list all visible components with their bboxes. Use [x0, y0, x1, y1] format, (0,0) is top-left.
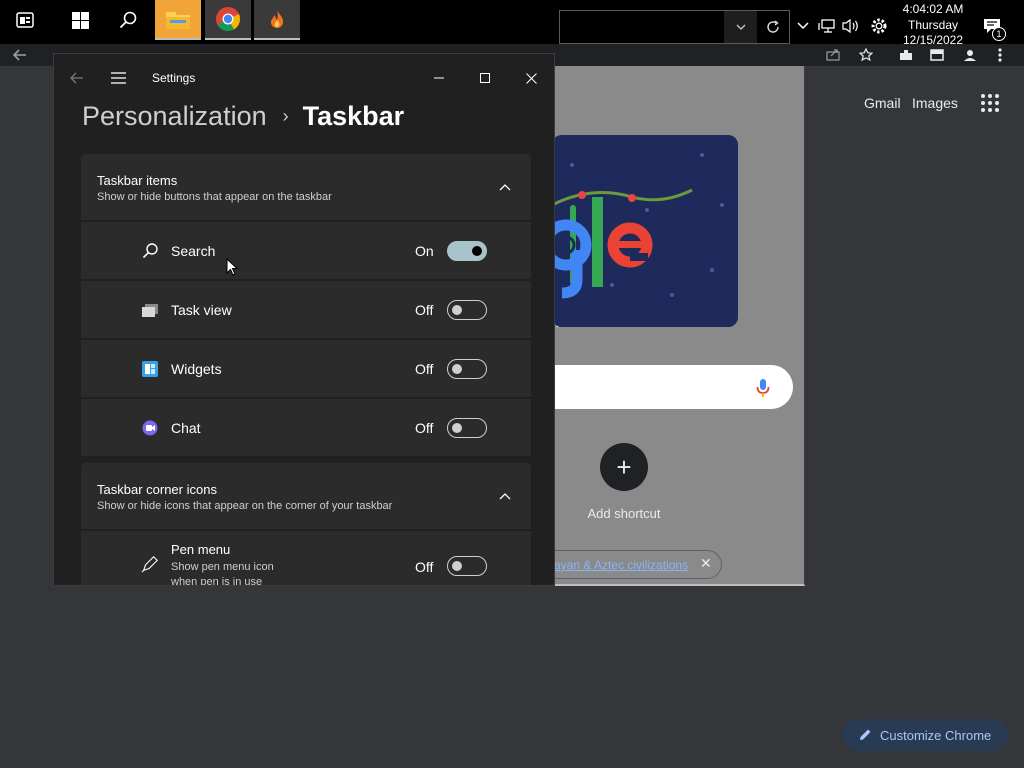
chat-row: Chat Off — [81, 399, 531, 456]
windows-taskbar: 4:04:02 AM Thursday 12/15/2022 1 — [0, 0, 1024, 586]
search-label: Search — [171, 243, 216, 259]
pen-menu-state: Off — [415, 559, 434, 575]
customize-chrome-button[interactable]: Customize Chrome — [842, 719, 1008, 751]
address-toolbar[interactable] — [559, 10, 790, 44]
bookmark-star-icon[interactable] — [858, 47, 874, 66]
chevron-up-icon[interactable] — [499, 178, 511, 196]
taskbar-items-header[interactable]: Taskbar items Show or hide buttons that … — [81, 154, 531, 220]
mouse-cursor-icon — [226, 257, 239, 281]
add-shortcut-label[interactable]: Add shortcut — [574, 506, 674, 521]
widgets-state: Off — [415, 361, 434, 377]
profile-avatar-icon[interactable] — [962, 48, 978, 66]
task-view-row: Task view Off — [81, 281, 531, 338]
notification-count-badge: 1 — [992, 27, 1006, 41]
widgets-taskbar-icon[interactable] — [2, 0, 48, 40]
section-title: Taskbar corner icons — [97, 482, 217, 497]
back-arrow-icon[interactable] — [12, 48, 27, 66]
plus-icon: + — [616, 451, 632, 482]
toggle-knob — [452, 305, 462, 315]
system-clock[interactable]: 4:04:02 AM Thursday 12/15/2022 — [896, 2, 970, 49]
pen-menu-description-2: when pen is in use — [171, 576, 263, 586]
clock-time: 4:04:02 AM — [902, 2, 964, 16]
widgets-toggle[interactable] — [447, 359, 487, 379]
hamburger-menu-icon[interactable] — [111, 71, 126, 89]
gear-icon[interactable] — [868, 14, 890, 38]
search-row: Search On — [81, 222, 531, 279]
side-panel-icon[interactable] — [930, 48, 944, 66]
google-apps-icon[interactable] — [981, 94, 999, 112]
breadcrumb-parent[interactable]: Personalization — [82, 101, 267, 132]
chat-toggle[interactable] — [447, 418, 487, 438]
window-title: Settings — [152, 71, 196, 85]
section-subtitle: Show or hide icons that appear on the co… — [97, 500, 393, 512]
search-suggestion-chip[interactable]: ayan & Aztec civilizations ✕ — [540, 550, 722, 579]
back-icon[interactable] — [70, 71, 84, 89]
pen-menu-row: Pen menu Show pen menu icon when pen is … — [81, 531, 531, 586]
close-icon[interactable]: ✕ — [700, 555, 712, 572]
pen-menu-label: Pen menu — [171, 542, 231, 557]
taskbar-corner-icons-header[interactable]: Taskbar corner icons Show or hide icons … — [81, 463, 531, 529]
close-window-button[interactable] — [508, 62, 554, 94]
search-state: On — [415, 243, 434, 259]
task-view-state: Off — [415, 302, 434, 318]
minimize-button[interactable] — [416, 62, 462, 94]
chat-icon — [141, 419, 159, 437]
volume-icon[interactable] — [841, 14, 861, 38]
file-explorer-icon[interactable] — [155, 0, 201, 40]
customize-chrome-label: Customize Chrome — [880, 727, 992, 743]
tray-overflow-icon[interactable] — [795, 14, 811, 38]
google-search-box[interactable] — [552, 365, 793, 409]
widgets-label: Widgets — [171, 361, 222, 377]
pen-icon — [141, 555, 159, 573]
page-title: Taskbar — [302, 101, 405, 131]
pen-menu-description: Show pen menu icon — [171, 561, 274, 573]
pencil-icon — [858, 728, 872, 742]
chat-label: Chat — [171, 420, 201, 436]
toggle-knob — [452, 561, 462, 571]
toolbar-dropdown-button[interactable] — [724, 11, 757, 43]
task-view-toggle[interactable] — [447, 300, 487, 320]
network-icon[interactable] — [817, 14, 837, 38]
toggle-knob — [472, 246, 482, 256]
refresh-icon[interactable] — [757, 11, 789, 43]
task-view-icon — [141, 301, 159, 319]
clock-day: Thursday — [907, 17, 959, 32]
toggle-knob — [452, 364, 462, 374]
fire-app-icon[interactable] — [254, 0, 300, 40]
kebab-menu-icon[interactable] — [998, 48, 1002, 67]
extensions-icon[interactable] — [898, 48, 914, 66]
search-toggle[interactable] — [447, 241, 487, 261]
section-title: Taskbar items — [97, 173, 178, 188]
widgets-row: Widgets Off — [81, 340, 531, 397]
section-subtitle: Show or hide buttons that appear on the … — [97, 191, 332, 203]
chat-state: Off — [415, 420, 434, 436]
settings-window: Settings Personalization › Taskbar Taskb… — [53, 53, 555, 586]
start-icon[interactable] — [57, 0, 103, 40]
chevron-up-icon[interactable] — [499, 487, 511, 505]
breadcrumb-separator-icon: › — [282, 106, 289, 126]
search-taskbar-icon[interactable] — [105, 0, 151, 40]
search-icon — [141, 242, 159, 260]
chrome-icon[interactable] — [205, 0, 251, 40]
images-link[interactable]: Images — [912, 95, 958, 111]
google-doodle[interactable] — [552, 135, 738, 327]
widgets-icon — [141, 360, 159, 378]
voice-search-icon[interactable] — [756, 378, 770, 403]
gmail-link[interactable]: Gmail — [864, 95, 901, 111]
breadcrumb: Personalization › Taskbar — [82, 101, 404, 132]
task-view-label: Task view — [171, 302, 232, 318]
maximize-button[interactable] — [462, 62, 508, 94]
toggle-knob — [452, 423, 462, 433]
chip-link[interactable]: ayan & Aztec civilizations — [554, 558, 688, 572]
add-shortcut-button[interactable]: + — [600, 443, 648, 491]
share-icon[interactable] — [826, 48, 840, 66]
pen-menu-toggle[interactable] — [447, 556, 487, 576]
